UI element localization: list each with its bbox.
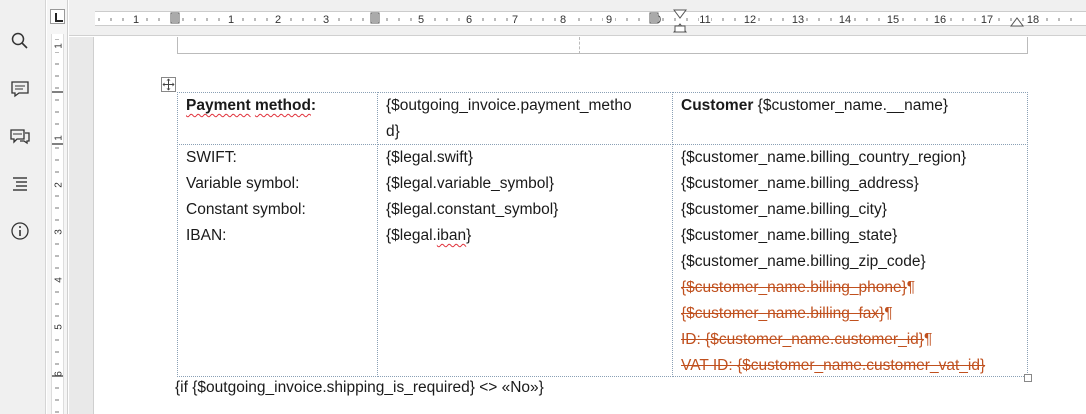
customer-state-field: {$customer_name.billing_state}	[681, 227, 898, 244]
iban-word: iban	[436, 227, 467, 244]
legal-swift-field: {$legal.swift}	[386, 149, 474, 166]
payment-word: Payment	[186, 97, 251, 114]
vertical-ruler[interactable]: 1123456	[47, 0, 68, 414]
left-indent-marker	[674, 25, 686, 33]
ruler-label: 17	[981, 14, 993, 26]
horizontal-ruler[interactable]: 1123456789101112131415161718	[69, 0, 1086, 36]
shipping-condition-paragraph[interactable]: {if {$outgoing_invoice.shipping_is_requi…	[175, 375, 544, 401]
table-resize-handle[interactable]	[1024, 374, 1032, 382]
table-column-divider	[579, 37, 580, 54]
chat-icon[interactable]	[9, 125, 31, 147]
legal-constant-symbol-field: {$legal.constant_symbol}	[386, 201, 559, 218]
ruler-label: 1	[133, 14, 139, 26]
vertical-ruler-ticks: 1123456	[52, 39, 65, 413]
horizontal-ruler-ticks: 1123456789101112131415161718	[98, 9, 1072, 33]
paragraph-mark: ¶	[884, 305, 893, 322]
ruler-label: 4	[54, 277, 65, 283]
header-cell-customer[interactable]: Customer {$customer_name.__name}	[672, 92, 1028, 145]
iban-label: IBAN:	[186, 227, 227, 244]
legal-iban-field: {$legal.iban}	[386, 223, 664, 249]
ruler-label: 7	[512, 14, 518, 26]
search-icon[interactable]	[9, 30, 31, 52]
move-arrows-icon	[162, 78, 175, 91]
ruler-label: 3	[54, 229, 65, 235]
ruler-label: 3	[323, 14, 329, 26]
ruler-label: 2	[275, 14, 281, 26]
method-word: method	[254, 97, 311, 114]
right-indent-marker	[1010, 17, 1024, 27]
ruler-label: 14	[839, 14, 851, 26]
variable-symbol-label: Variable symbol:	[186, 175, 300, 192]
ruler-label: 2	[54, 182, 65, 188]
iban-suffix: }	[466, 227, 472, 244]
ruler-label: 12	[744, 14, 756, 26]
ruler-label: 15	[887, 14, 899, 26]
header-cell-payment-method[interactable]: Payment method:	[177, 92, 378, 145]
payment-field-line-1: {$outgoing_invoice.payment_metho	[386, 97, 632, 114]
page-edge	[93, 37, 94, 414]
invoice-payment-table[interactable]: Payment method: {$outgoing_invoice.payme…	[177, 92, 1028, 377]
deleted-vat-id-field: VAT ID: {$customer_name.customer_vat_id}	[681, 357, 986, 374]
table-move-handle[interactable]	[161, 77, 176, 92]
ruler-label: 13	[792, 14, 804, 26]
ruler-label: 9	[606, 14, 612, 26]
ruler-label: 1	[54, 135, 65, 141]
ruler-label: 8	[560, 14, 566, 26]
navigator-icon[interactable]	[9, 173, 31, 195]
ruler-label: 6	[466, 14, 472, 26]
ruler-label: 5	[418, 14, 424, 26]
comment-icon[interactable]	[9, 78, 31, 100]
customer-fields-cell[interactable]: {$customer_name.billing_country_region} …	[672, 144, 1028, 377]
ruler-label: 18	[1027, 14, 1039, 26]
swift-label: SWIFT:	[186, 149, 237, 166]
page-margin-backdrop	[69, 37, 93, 414]
customer-label: Customer	[681, 97, 754, 114]
header-cell-payment-field[interactable]: {$outgoing_invoice.payment_metho d}	[377, 92, 673, 145]
paragraph-mark: ¶	[923, 331, 933, 348]
paragraph-mark: ¶	[906, 279, 916, 296]
ruler-label: 1	[228, 14, 234, 26]
constant-symbol-label: Constant symbol:	[186, 201, 306, 218]
previous-table-bottom[interactable]	[177, 37, 1028, 54]
header-colon: :	[310, 97, 317, 114]
customer-country-field: {$customer_name.billing_country_region}	[681, 149, 967, 166]
payment-field-line-2: d}	[386, 123, 400, 140]
customer-city-field: {$customer_name.billing_city}	[681, 201, 887, 218]
sidebar	[0, 0, 46, 414]
legal-variable-symbol-field: {$legal.variable_symbol}	[386, 175, 555, 192]
customer-name-field: {$customer_name.__name}	[753, 97, 949, 114]
info-icon[interactable]	[9, 220, 31, 242]
ruler-label: 16	[934, 14, 946, 26]
customer-zip-field: {$customer_name.billing_zip_code}	[681, 253, 926, 270]
ruler-label: 5	[54, 324, 65, 330]
legal-fields-cell[interactable]: {$legal.swift} {$legal.variable_symbol} …	[377, 144, 673, 377]
iban-prefix: {$legal.	[386, 227, 437, 244]
customer-address-field: {$customer_name.billing_address}	[681, 175, 919, 192]
ruler-label: 11	[699, 14, 710, 26]
labels-cell[interactable]: SWIFT: Variable symbol: Constant symbol:…	[177, 144, 378, 377]
deleted-fax-field: {$customer_name.billing_fax}	[681, 305, 885, 322]
deleted-customer-id-field: ID: {$customer_name.customer_id}	[681, 331, 924, 348]
first-line-indent-marker	[673, 9, 687, 19]
ruler-label: 1	[54, 43, 65, 49]
deleted-phone-field: {$customer_name.billing_phone}	[681, 279, 907, 296]
